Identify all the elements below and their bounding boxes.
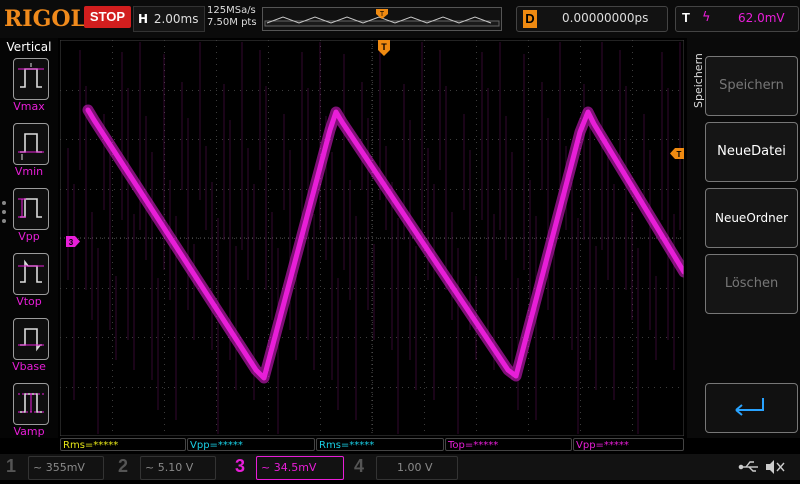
channel1-number[interactable]: 1	[6, 455, 16, 477]
memory-trigger-marker: T	[380, 11, 385, 18]
memory-overview-waveform: T	[264, 9, 500, 27]
memory-depth: 7.50M pts	[207, 17, 257, 28]
measurement-vpp-ch3[interactable]: Vpp=*****	[573, 438, 684, 451]
vbase-button[interactable]	[13, 318, 49, 360]
timebase-label: H	[137, 12, 149, 26]
acquisition-info: 125MSa/s 7.50M pts	[207, 5, 257, 29]
delay-label: D	[523, 10, 537, 28]
channel1-coupling-icon: ~	[33, 461, 43, 474]
usb-icon	[738, 461, 758, 472]
channel3-number[interactable]: 3	[235, 455, 245, 477]
channel3-coupling-icon: ~	[261, 461, 271, 474]
channel1-scale[interactable]: ~ 355mV	[28, 456, 104, 480]
vamp-label: Vamp	[13, 425, 45, 438]
timebase-box[interactable]: H 2.00ms	[133, 6, 205, 32]
vbase-icon	[18, 328, 44, 352]
vmin-label: Vmin	[14, 165, 44, 178]
memory-overview: T	[262, 7, 502, 31]
trigger-slope-icon: ϟ	[702, 10, 711, 25]
save-softkey-menu: Speichern Speichern NeueDatei NeueOrdner…	[687, 38, 800, 438]
trigger-box[interactable]: T ϟ 62.0mV	[675, 6, 799, 32]
back-button[interactable]	[705, 383, 798, 433]
save-button[interactable]: Speichern	[705, 56, 798, 116]
channel2-scale[interactable]: ~ 5.10 V	[140, 456, 216, 480]
vbase-label: Vbase	[12, 360, 46, 373]
vmin-icon	[18, 133, 44, 160]
trigger-position-label: T	[381, 42, 387, 52]
channel3-marker-label: 3	[69, 238, 74, 247]
vertical-measure-menu: Vertical Vmax Vmin Vpp Vtop Vbase Vamp	[0, 38, 58, 438]
channel-status-bar: 1 ~ 355mV 2 ~ 5.10 V 3 ~ 34.5mV 4 1.00 V	[0, 454, 800, 480]
trigger-label: T	[682, 10, 690, 25]
new-folder-button[interactable]: NeueOrdner	[705, 188, 798, 248]
vmin-button[interactable]	[13, 123, 49, 165]
vtop-icon	[18, 259, 44, 283]
measurement-bar: Rms=***** Vpp=***** Rms=***** Top=***** …	[60, 438, 684, 453]
vtop-button[interactable]	[13, 253, 49, 295]
page-indicator	[2, 201, 6, 228]
measurement-rms-ch2[interactable]: Rms=*****	[316, 438, 444, 451]
trigger-level-label: T	[677, 150, 682, 159]
measurement-rms-ch1[interactable]: Rms=*****	[60, 438, 186, 451]
trigger-level-marker[interactable]: T	[670, 144, 684, 159]
top-status-bar: RIGOL STOP H 2.00ms 125MSa/s 7.50M pts T…	[0, 0, 800, 38]
timebase-value: 2.00ms	[153, 12, 199, 26]
channel3-scale[interactable]: ~ 34.5mV	[256, 456, 344, 480]
vamp-button[interactable]	[13, 383, 49, 425]
delay-box[interactable]: D 0.00000000ps	[516, 6, 668, 32]
return-arrow-icon	[735, 398, 764, 416]
vamp-icon	[18, 393, 44, 413]
status-tray	[700, 454, 800, 480]
trigger-level: 62.0mV	[738, 11, 785, 25]
vmax-label: Vmax	[13, 100, 45, 113]
sample-rate: 125MSa/s	[207, 5, 256, 16]
vertical-menu-title: Vertical	[6, 40, 52, 54]
channel2-number[interactable]: 2	[118, 455, 128, 477]
vpp-icon	[18, 198, 42, 218]
channel4-scale[interactable]: 1.00 V	[376, 456, 458, 480]
measurement-vpp-ch2[interactable]: Vpp=*****	[187, 438, 315, 451]
channel4-number[interactable]: 4	[354, 455, 364, 477]
waveform-display[interactable]: T 3 T	[59, 39, 690, 437]
measurement-top-ch3[interactable]: Top=*****	[445, 438, 572, 451]
vtop-label: Vtop	[16, 295, 42, 308]
delete-button[interactable]: Löschen	[705, 254, 798, 314]
new-file-button[interactable]: NeueDatei	[705, 122, 798, 182]
brand-logo: RIGOL	[4, 6, 86, 32]
waveform-graticule	[59, 39, 690, 437]
vpp-button[interactable]	[13, 188, 49, 230]
save-menu-title: Speichern	[692, 53, 705, 108]
delay-value: 0.00000000ps	[562, 11, 649, 25]
channel3-offset-marker[interactable]: 3	[66, 232, 80, 247]
trigger-position-marker: T	[378, 40, 390, 56]
run-stop-status[interactable]: STOP	[84, 6, 131, 28]
channel2-coupling-icon: ~	[145, 461, 155, 474]
speaker-muted-icon	[766, 460, 785, 474]
vmax-button[interactable]	[13, 58, 49, 100]
vmax-icon	[18, 63, 44, 88]
vpp-label: Vpp	[18, 230, 40, 243]
